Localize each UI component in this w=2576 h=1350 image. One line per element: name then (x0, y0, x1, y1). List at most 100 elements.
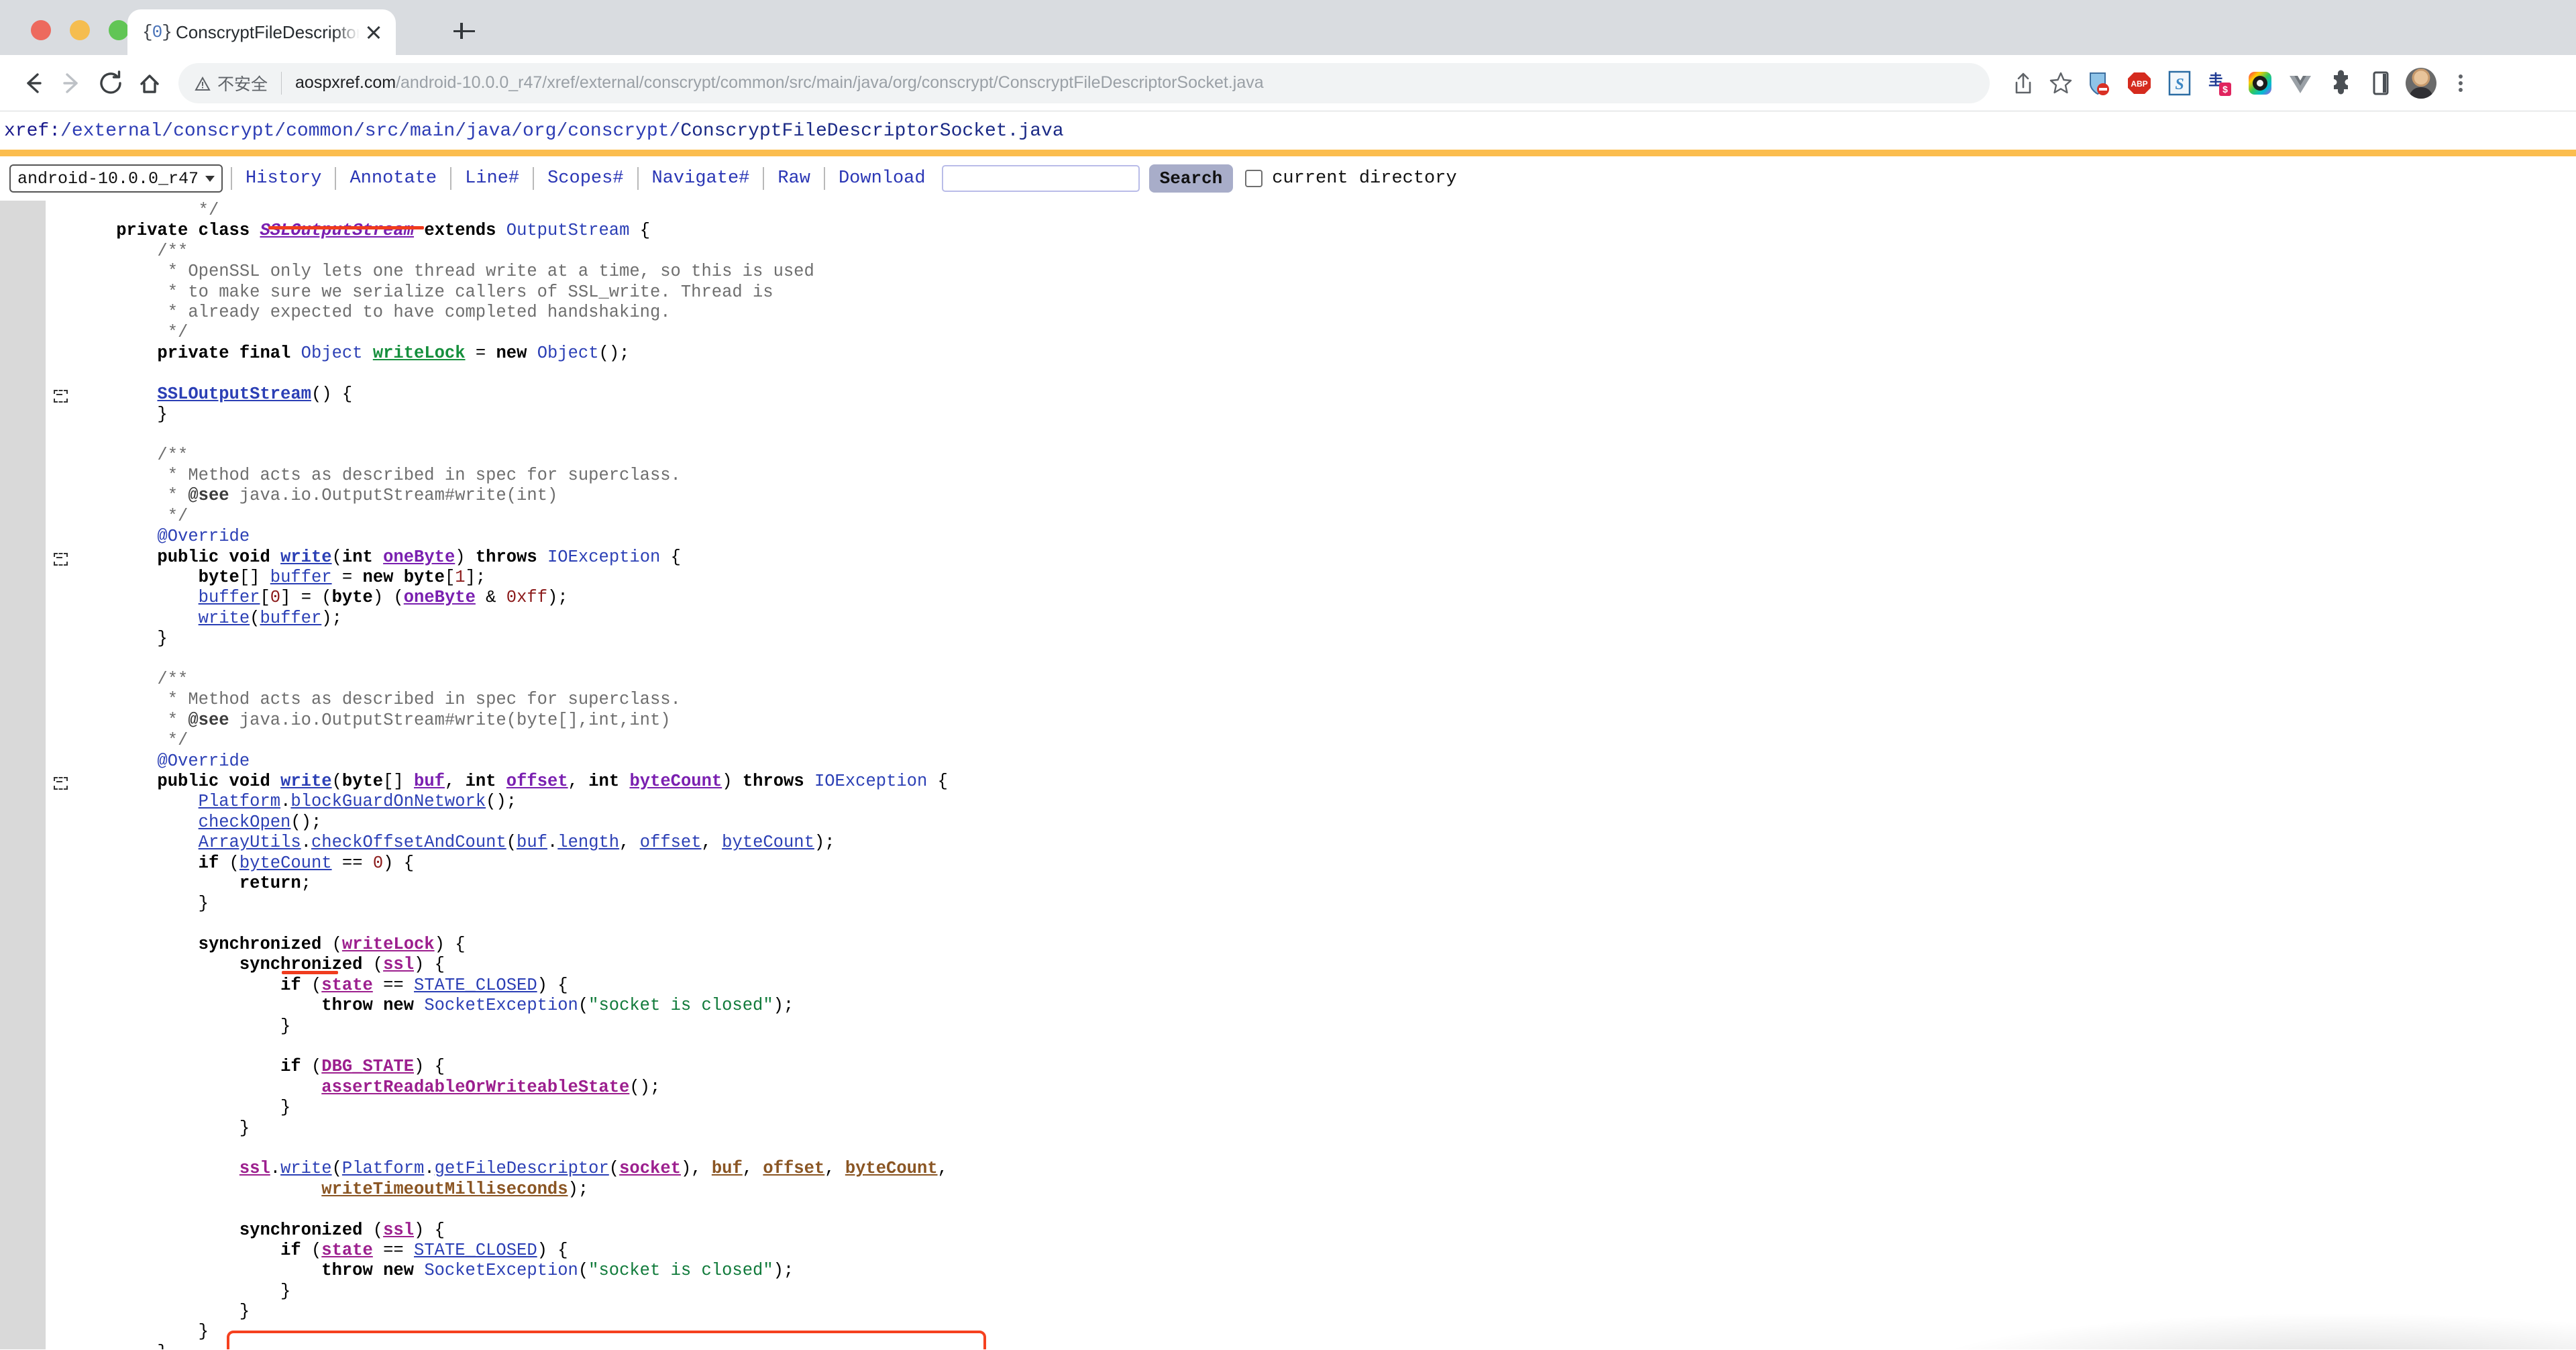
ublock-origin-icon[interactable] (2084, 68, 2114, 99)
toolbar-link-raw[interactable]: Raw (772, 168, 816, 189)
tab-strip: {0} ConscryptFileDescriptorSocket (0, 0, 2576, 55)
source-code-viewer[interactable]: 578 */579 private class SSLOutputStream … (0, 201, 2576, 1349)
code-line: 586 (0, 364, 2576, 384)
code-line: 606 public void write(byte[] buf, int of… (0, 771, 2576, 792)
address-bar[interactable]: 不安全 aospxref.com/android-10.0.0_r47/xref… (178, 62, 1990, 103)
code-text: synchronized (ssl) { (239, 1220, 445, 1240)
close-tab-button[interactable] (362, 21, 385, 44)
breadcrumb-separator: / (353, 121, 365, 142)
url-text[interactable]: aospxref.com/android-10.0.0_r47/xref/ext… (295, 73, 1264, 93)
breadcrumb-segment[interactable]: java (466, 121, 511, 142)
current-directory-checkbox[interactable] (1245, 170, 1263, 187)
breadcrumb-segment[interactable]: external (72, 121, 162, 142)
url-path: /android-10.0.0_r47/xref/external/conscr… (396, 73, 1264, 92)
breadcrumb-filename: ConscryptFileDescriptorSocket.java (680, 121, 1064, 142)
breadcrumb-segment[interactable]: main (410, 121, 455, 142)
search-button[interactable]: Search (1148, 164, 1234, 193)
code-line: 619 (0, 1037, 2576, 1057)
extension-icons: ABP S 圭 $ (2084, 67, 2491, 99)
toolbar-divider (763, 167, 765, 190)
s-extension-icon[interactable]: S (2164, 68, 2195, 99)
maximize-window-button[interactable] (109, 20, 129, 40)
code-line: 628 synchronized (ssl) { (0, 1220, 2576, 1241)
toolbar-link-annotate[interactable]: Annotate (344, 168, 442, 189)
toolbar-link-history[interactable]: History (240, 168, 327, 189)
toolbar-divider (231, 167, 233, 190)
profile-avatar[interactable] (2406, 67, 2436, 99)
code-text: /** (157, 241, 189, 261)
breadcrumb-separator: / (511, 121, 523, 142)
reload-icon[interactable] (91, 64, 130, 103)
code-line: 597 buffer[0] = (byte) (oneByte & 0xff); (0, 588, 2576, 609)
code-line: 609 ArrayUtils.checkOffsetAndCount(buf.l… (0, 833, 2576, 853)
breadcrumb-segment[interactable]: conscrypt (568, 121, 669, 142)
code-line: 625 ssl.write(Platform.getFileDescriptor… (0, 1159, 2576, 1180)
browser-tab[interactable]: {0} ConscryptFileDescriptorSocket (127, 9, 396, 55)
sidepanel-icon[interactable] (2365, 68, 2396, 99)
code-line: 598 write(buffer); (0, 608, 2576, 629)
bookmark-star-icon[interactable] (2042, 64, 2080, 102)
chrome-menu-icon[interactable] (2446, 68, 2475, 99)
code-text: assertReadableOrWriteableState(); (321, 1077, 661, 1097)
share-icon[interactable] (2004, 64, 2042, 102)
svg-text:ABP: ABP (2131, 79, 2147, 89)
toolbar-link-download[interactable]: Download (833, 168, 931, 189)
code-line: 601 /** (0, 669, 2576, 690)
code-line: 605 @Override (0, 751, 2576, 772)
code-body[interactable]: 578 */579 private class SSLOutputStream … (0, 201, 2576, 1349)
code-line: 578 */ (0, 201, 2576, 221)
close-window-button[interactable] (31, 20, 51, 40)
toolbar-divider (450, 167, 452, 190)
version-select[interactable]: android-10.0.0_r47 (9, 164, 223, 193)
security-label: 不安全 (217, 74, 268, 94)
toolbar-link-line-numbers[interactable]: Line# (460, 168, 525, 189)
current-directory-option[interactable]: current directory (1245, 168, 1457, 189)
camera-extension-icon[interactable] (2245, 68, 2275, 99)
toolbar-link-navigate[interactable]: Navigate# (647, 168, 755, 189)
code-line: 602 * Method acts as described in spec f… (0, 690, 2576, 711)
code-text: } (75, 404, 168, 424)
breadcrumb-segment[interactable]: conscrypt (173, 121, 274, 142)
code-line: 615 synchronized (ssl) { (0, 955, 2576, 976)
code-text: if (byteCount == 0) { (198, 853, 415, 873)
code-text: byte[] buffer = new byte[1]; (198, 568, 486, 588)
minimize-window-button[interactable] (70, 20, 90, 40)
code-text: } (75, 1118, 250, 1138)
code-line: 622 } (0, 1098, 2576, 1119)
home-icon[interactable] (130, 64, 169, 103)
new-tab-button[interactable] (451, 17, 478, 44)
puzzle-extensions-icon[interactable] (2325, 68, 2356, 99)
code-text: } (75, 1322, 209, 1342)
page-bottom-shadow (1637, 1249, 2576, 1349)
breadcrumb-segment[interactable]: common (286, 121, 354, 142)
honey-extension-icon[interactable]: 圭 $ (2204, 68, 2235, 99)
code-text: } (75, 1098, 291, 1118)
back-arrow-icon[interactable] (13, 64, 52, 103)
adblock-plus-icon[interactable]: ABP (2124, 68, 2155, 99)
toolbar-link-scopes[interactable]: Scopes# (542, 168, 629, 189)
code-line: 596 byte[] buffer = new byte[1]; (0, 568, 2576, 588)
search-input[interactable] (941, 165, 1140, 192)
breadcrumb-separator: / (398, 121, 410, 142)
code-text: synchronized (writeLock) { (198, 935, 466, 955)
breadcrumb-segment[interactable]: org (523, 121, 556, 142)
code-text: } (75, 1343, 167, 1349)
breadcrumb-segment[interactable]: src (365, 121, 398, 142)
code-text: synchronized (ssl) { (239, 955, 445, 975)
url-host: aospxref.com (295, 73, 396, 92)
code-line: 618 } (0, 1016, 2576, 1037)
code-line: 604 */ (0, 731, 2576, 751)
code-line: 579 private class SSLOutputStream extend… (0, 221, 2576, 242)
code-text: if (DBG_STATE) { (280, 1057, 445, 1077)
code-line: 620 if (DBG_STATE) { (0, 1057, 2576, 1078)
vue-devtools-icon[interactable] (2285, 68, 2316, 99)
code-line: 595 public void write(int oneByte) throw… (0, 547, 2576, 568)
code-text: public void write(byte[] buf, int offset… (157, 771, 948, 791)
forward-arrow-icon[interactable] (52, 64, 91, 103)
security-indicator[interactable]: 不安全 (195, 71, 268, 95)
svg-text:S: S (2175, 76, 2184, 93)
code-line: 607 Platform.blockGuardOnNetwork(); (0, 792, 2576, 813)
accent-bar (0, 150, 2576, 156)
code-text: * already expected to have completed han… (167, 302, 671, 322)
code-text: return; (239, 873, 311, 893)
